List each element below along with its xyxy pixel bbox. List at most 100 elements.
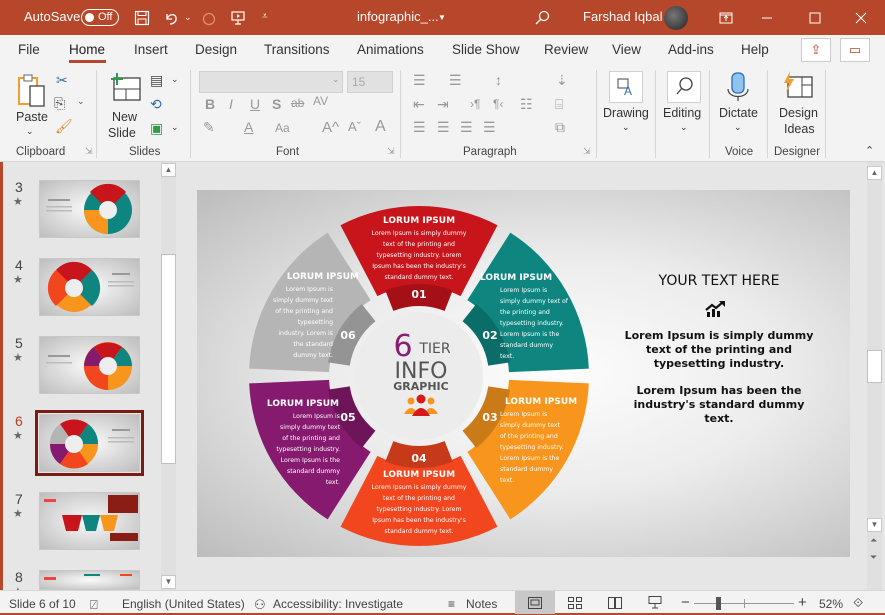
notes-icon[interactable]: ≡ <box>448 597 455 611</box>
slide-show-icon[interactable] <box>648 596 662 610</box>
user-name[interactable]: Farshad Iqbal <box>583 9 663 24</box>
previous-slide-icon[interactable]: ⏶ <box>870 535 877 546</box>
close-icon[interactable] <box>851 8 871 28</box>
font-size-box[interactable]: 15 <box>347 71 393 93</box>
present-from-beginning-icon[interactable] <box>228 8 248 28</box>
highlight-icon[interactable]: ✎ <box>203 119 215 136</box>
drawing-button[interactable]: A Drawing ⌄ <box>603 70 649 140</box>
language-status[interactable]: English (United States) <box>122 597 245 611</box>
fit-to-window-icon[interactable]: ⟐ <box>853 595 863 611</box>
font-name-dropdown-icon[interactable]: ⌄ <box>332 74 340 85</box>
share-button[interactable]: ⇪ <box>801 38 831 62</box>
bold-button[interactable]: B <box>205 96 215 112</box>
layout-icon[interactable]: ▤ <box>150 72 163 89</box>
align-center-icon[interactable]: ☰ <box>437 119 450 136</box>
smartart-icon[interactable]: ⧉ <box>555 119 565 136</box>
align-left-icon[interactable]: ☰ <box>413 119 426 136</box>
undo-dropdown-icon[interactable]: ⌄ <box>184 12 192 23</box>
strikethrough-button[interactable]: ab <box>291 96 304 110</box>
tab-review[interactable]: Review <box>544 42 588 57</box>
tab-view[interactable]: View <box>612 42 641 57</box>
copy-dropdown-icon[interactable]: ⌄ <box>77 96 85 107</box>
section-icon[interactable]: ▣ <box>150 120 163 137</box>
clear-formatting-icon[interactable]: A <box>375 118 386 136</box>
design-ideas-button[interactable]: Design Ideas <box>773 70 821 144</box>
slide-thumbnail-3[interactable] <box>39 180 140 238</box>
filename-dropdown-icon[interactable]: ▼ <box>438 13 446 22</box>
tab-file[interactable]: File <box>18 42 40 57</box>
increase-indent-icon[interactable]: ⇥ <box>437 96 449 113</box>
format-painter-icon[interactable]: 🖌 <box>55 118 73 135</box>
minimize-icon[interactable] <box>757 8 777 28</box>
underline-button[interactable]: U <box>250 96 260 112</box>
font-color-icon[interactable]: A <box>244 119 253 135</box>
scroll-thumb[interactable] <box>867 350 882 383</box>
save-icon[interactable] <box>132 8 152 28</box>
bullets-icon[interactable]: ☰ <box>413 72 426 89</box>
clipboard-launcher-icon[interactable]: ⇲ <box>85 146 93 157</box>
notes-button[interactable]: Notes <box>466 597 497 611</box>
text-direction-icon[interactable]: ⇣ <box>556 72 568 89</box>
thumbnails-scrollbar[interactable]: ▲ ▼ <box>161 162 176 590</box>
cut-icon[interactable]: ✂ <box>56 72 68 89</box>
normal-view-button[interactable] <box>515 591 555 614</box>
slide-thumbnail-6[interactable] <box>35 410 144 476</box>
slide-thumbnail-4[interactable] <box>39 258 140 316</box>
tab-insert[interactable]: Insert <box>134 42 168 57</box>
spell-check-icon[interactable]: ⍁ <box>90 597 98 613</box>
customize-toolbar-icon[interactable]: ⩡ <box>262 11 268 22</box>
collapse-ribbon-icon[interactable]: ⌃ <box>865 144 874 157</box>
accessibility-icon[interactable]: ⚇ <box>254 597 266 613</box>
autosave-toggle[interactable]: Off <box>81 9 119 26</box>
align-text-icon[interactable]: ⌸ <box>555 96 563 113</box>
zoom-in-button[interactable]: + <box>798 594 807 611</box>
section-dropdown-icon[interactable]: ⌄ <box>171 122 179 133</box>
undo-icon[interactable] <box>161 8 181 28</box>
line-spacing-icon[interactable]: ↕ <box>495 72 502 88</box>
columns-icon[interactable]: ☷ <box>520 96 533 113</box>
increase-font-button[interactable]: A^ <box>322 119 339 136</box>
scroll-up-button[interactable]: ▲ <box>867 166 882 180</box>
reset-icon[interactable]: ⟲ <box>150 96 162 113</box>
tab-design[interactable]: Design <box>195 42 237 57</box>
zoom-out-button[interactable]: − <box>681 594 690 611</box>
decrease-indent-icon[interactable]: ⇤ <box>413 96 425 113</box>
ltr-icon[interactable]: ›¶ <box>470 97 480 111</box>
tab-transitions[interactable]: Transitions <box>264 42 330 57</box>
file-name[interactable]: infographic_... <box>357 9 439 24</box>
slide-thumbnail-5[interactable] <box>39 336 140 394</box>
tab-animations[interactable]: Animations <box>357 42 424 57</box>
scroll-down-button[interactable]: ▼ <box>161 575 176 589</box>
tab-home[interactable]: Home <box>69 42 105 57</box>
slide-thumbnail-8[interactable] <box>39 570 140 590</box>
ribbon-display-options-icon[interactable] <box>716 8 736 28</box>
copy-icon[interactable]: ⎘ <box>54 95 65 112</box>
slide-sorter-icon[interactable] <box>568 597 582 609</box>
reading-view-icon[interactable] <box>608 597 622 609</box>
slide-canvas[interactable]: 01 02 03 04 05 06 LORUM IPSUM Lorem Ipsum is si… <box>197 190 850 557</box>
maximize-icon[interactable] <box>805 8 825 28</box>
tab-help[interactable]: Help <box>741 42 769 57</box>
editing-button[interactable]: Editing ⌄ <box>661 70 707 140</box>
scroll-down-button[interactable]: ▼ <box>867 518 882 532</box>
zoom-level[interactable]: 52% <box>819 597 843 611</box>
character-spacing-button[interactable]: AV <box>313 94 328 108</box>
font-launcher-icon[interactable]: ⇲ <box>387 146 395 157</box>
paragraph-launcher-icon[interactable]: ⇲ <box>583 146 591 157</box>
decrease-font-button[interactable]: Aˇ <box>348 119 361 134</box>
new-slide-button[interactable]: New Slide <box>106 70 146 140</box>
paste-button[interactable]: Paste ⌄ <box>12 70 48 140</box>
align-right-icon[interactable]: ☰ <box>460 119 473 136</box>
scroll-thumb[interactable] <box>161 254 176 464</box>
tab-add-ins[interactable]: Add-ins <box>668 42 714 57</box>
zoom-slider-handle[interactable] <box>716 597 721 610</box>
rtl-icon[interactable]: ¶‹ <box>493 97 503 111</box>
font-name-box[interactable] <box>199 71 343 93</box>
search-icon[interactable] <box>532 8 552 28</box>
italic-button[interactable]: I <box>229 96 233 112</box>
slide-counter[interactable]: Slide 6 of 10 <box>9 597 76 611</box>
slide-thumbnail-7[interactable] <box>39 492 140 550</box>
scroll-up-button[interactable]: ▲ <box>161 163 176 177</box>
slide-scrollbar[interactable]: ▲ ▼ ⏶ ⏷ <box>867 162 882 590</box>
next-slide-icon[interactable]: ⏷ <box>870 552 877 563</box>
